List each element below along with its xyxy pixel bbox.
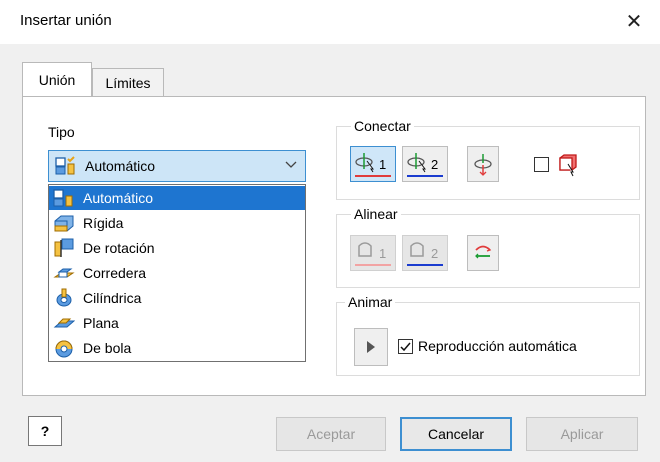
option-label: Cilíndrica bbox=[83, 290, 142, 306]
option-label: De rotación bbox=[83, 240, 155, 256]
tipo-option-bola[interactable]: De bola bbox=[49, 336, 305, 360]
title-bar: Insertar unión ✕ bbox=[0, 0, 660, 44]
option-label: Automático bbox=[83, 190, 154, 206]
select-origin-1-icon: 1 bbox=[355, 153, 391, 177]
close-button[interactable]: ✕ bbox=[616, 6, 652, 36]
option-label: Corredera bbox=[83, 265, 147, 281]
option-label: Plana bbox=[83, 315, 119, 331]
lock-checkbox[interactable] bbox=[534, 157, 549, 172]
invert-alignment-button[interactable] bbox=[467, 235, 499, 271]
flip-component-button[interactable] bbox=[467, 146, 499, 182]
checkmark-icon bbox=[400, 342, 411, 352]
cancel-label: Cancelar bbox=[427, 426, 485, 442]
align-2-icon: 2 bbox=[407, 242, 443, 266]
window-title: Insertar unión bbox=[20, 12, 112, 29]
option-label: De bola bbox=[83, 340, 132, 356]
cylindrical-joint-icon bbox=[53, 288, 75, 308]
alinear-title: Alinear bbox=[351, 206, 401, 222]
button-number: 1 bbox=[379, 157, 386, 172]
tab-union-label: Unión bbox=[38, 71, 76, 88]
tipo-selected-value: Automático bbox=[85, 158, 156, 174]
tipo-select[interactable]: Automático bbox=[48, 150, 306, 182]
planar-joint-icon bbox=[53, 313, 76, 333]
accept-button[interactable]: Aceptar bbox=[276, 417, 386, 451]
align-second-button[interactable]: 2 bbox=[402, 235, 448, 271]
tab-limites-label: Límites bbox=[105, 74, 151, 91]
help-icon: ? bbox=[40, 423, 50, 439]
option-label: Rígida bbox=[83, 215, 124, 231]
component-select-icon[interactable] bbox=[556, 152, 582, 181]
tipo-option-cilindrica[interactable]: Cilíndrica bbox=[49, 286, 305, 310]
help-button[interactable]: ? bbox=[28, 416, 62, 446]
accept-label: Aceptar bbox=[306, 426, 356, 442]
slider-joint-icon bbox=[53, 263, 75, 283]
align-first-button[interactable]: 1 bbox=[350, 235, 396, 271]
tipo-option-corredera[interactable]: Corredera bbox=[49, 261, 305, 285]
automatic-joint-icon bbox=[53, 188, 75, 208]
rotational-joint-icon bbox=[53, 238, 75, 258]
tab-limites[interactable]: Límites bbox=[92, 68, 164, 96]
play-button[interactable] bbox=[354, 328, 388, 366]
select-origin-2-icon: 2 bbox=[407, 153, 443, 177]
ball-joint-icon bbox=[53, 338, 75, 358]
button-number: 2 bbox=[431, 157, 438, 172]
button-number: 1 bbox=[379, 246, 386, 261]
automatic-joint-icon bbox=[55, 156, 77, 176]
rigid-joint-icon bbox=[53, 213, 75, 233]
autoplay-label: Reproducción automática bbox=[418, 338, 577, 354]
flip-icon bbox=[474, 154, 492, 176]
connect-first-origin-button[interactable]: 1 bbox=[350, 146, 396, 182]
tipo-option-rotacion[interactable]: De rotación bbox=[49, 236, 305, 260]
apply-label: Aplicar bbox=[560, 426, 604, 442]
tipo-option-rigida[interactable]: Rígida bbox=[49, 211, 305, 235]
conectar-title: Conectar bbox=[351, 118, 414, 134]
tipo-dropdown-list: Automático Rígida De rotación Corredera … bbox=[48, 184, 306, 362]
autoplay-checkbox[interactable] bbox=[398, 339, 413, 354]
connect-second-origin-button[interactable]: 2 bbox=[402, 146, 448, 182]
button-number: 2 bbox=[431, 246, 438, 261]
play-icon bbox=[367, 341, 375, 353]
invert-alignment-icon bbox=[475, 245, 492, 259]
align-1-icon: 1 bbox=[355, 242, 391, 266]
tipo-option-automatico[interactable]: Automático bbox=[49, 186, 305, 210]
apply-button[interactable]: Aplicar bbox=[526, 417, 638, 451]
tipo-label: Tipo bbox=[48, 124, 75, 140]
animar-title: Animar bbox=[345, 294, 396, 310]
tipo-option-plana[interactable]: Plana bbox=[49, 311, 305, 335]
cancel-button[interactable]: Cancelar bbox=[400, 417, 512, 451]
chevron-down-icon[interactable] bbox=[285, 157, 297, 173]
tab-union[interactable]: Unión bbox=[22, 62, 92, 96]
